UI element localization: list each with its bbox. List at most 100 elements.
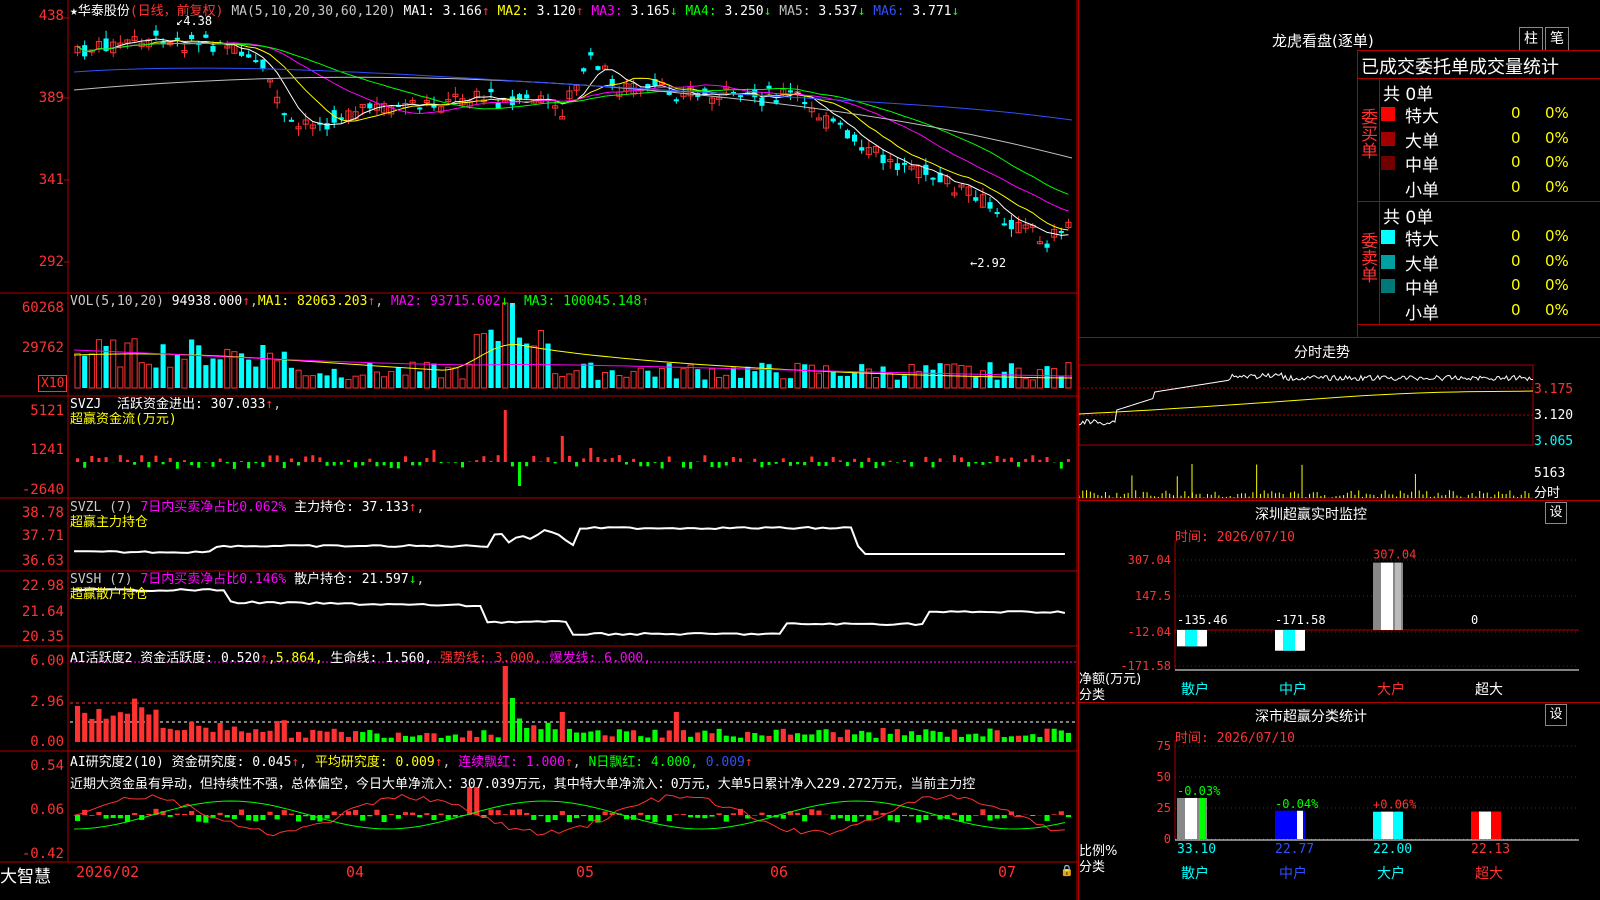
ai-bar: [146, 714, 152, 742]
svzj-bar: [1031, 455, 1035, 462]
sz-monitor-category: 超大: [1475, 682, 1503, 698]
svzj-bar: [289, 458, 293, 462]
svzj-bar: [140, 455, 144, 462]
ai-bar: [260, 731, 266, 742]
volume-bar: [480, 333, 487, 389]
lock-icon[interactable]: 🔒: [1060, 864, 1074, 877]
ai-bar: [459, 737, 466, 742]
intraday-price-line: [1079, 372, 1533, 426]
sz-class-category: 散户: [1181, 865, 1209, 882]
sz-monitor-settings-button[interactable]: 设: [1545, 502, 1567, 524]
ai-bar: [638, 736, 644, 742]
volume-bar: [1036, 369, 1043, 389]
stroke-mode-button[interactable]: 笔: [1545, 27, 1569, 51]
svzj-bar: [696, 461, 700, 462]
sz-class-change: -0.03%: [1177, 784, 1221, 798]
ai-bar: [552, 729, 558, 742]
star-icon: ★: [70, 4, 78, 19]
svzl-tick: 36.63: [21, 553, 64, 569]
ai2-bar: [1030, 815, 1036, 816]
sell-row: 小单 0 0%: [1381, 299, 1600, 324]
svzj-bar: [147, 462, 151, 468]
ai-bar: [574, 732, 580, 742]
svzj-bar: [1038, 459, 1042, 462]
svzj-bar: [995, 455, 999, 462]
volume-bar: [752, 371, 758, 388]
date-label: 06: [770, 863, 789, 881]
svzj-bar: [689, 462, 693, 469]
ai2-bar: [852, 815, 858, 822]
volume-bar: [138, 362, 145, 389]
ai-bar: [210, 731, 216, 742]
candle-body-down: [174, 37, 180, 40]
ai-tick: 6.00: [30, 653, 64, 669]
svzj-bar: [589, 448, 593, 462]
volume-bar: [652, 376, 658, 388]
svzj-bar: [1002, 458, 1006, 462]
ai2-bar: [174, 813, 180, 815]
ai-bar: [787, 734, 793, 742]
ma-value-2: MA2: 3.120↑: [497, 4, 584, 19]
sell-row: 大单 0 0%: [1381, 250, 1600, 275]
ai-bar: [424, 732, 430, 742]
sz-class-xlabel: 分类: [1079, 860, 1106, 875]
candle-body-down: [238, 51, 245, 56]
svzj-bar: [760, 462, 764, 468]
candle-body-down: [203, 34, 209, 38]
svzl-tick: 37.71: [21, 528, 64, 544]
vol-tick: 29762: [21, 340, 64, 356]
sz-class-bar: [1471, 811, 1501, 839]
low-marker: ←2.92: [970, 256, 1007, 270]
candle-body-down: [253, 60, 259, 63]
volume-bar: [573, 370, 580, 389]
volume-bar: [923, 365, 929, 388]
svzj-bar: [389, 462, 393, 468]
ai-bar: [1044, 728, 1050, 742]
price-tick: 341: [38, 172, 64, 188]
svzj-bar: [204, 462, 208, 463]
ai2-bar: [766, 815, 772, 817]
candle-body-down: [901, 162, 908, 165]
app-name: 大智慧: [0, 867, 51, 887]
svzj-bar: [418, 462, 422, 466]
ai-bar: [395, 732, 401, 742]
intraday-chart[interactable]: [1079, 362, 1600, 500]
ai-bar: [937, 732, 943, 742]
ai-bar: [246, 732, 252, 742]
volume-bar: [88, 353, 95, 389]
ai2-bar: [1058, 811, 1064, 815]
volume-bar: [417, 371, 423, 388]
buy-row: 大单 0 0%: [1381, 127, 1600, 152]
volume-bar: [103, 345, 109, 388]
ai2-bar: [794, 812, 801, 815]
ai-bar: [117, 712, 123, 742]
volume-bar: [409, 361, 416, 389]
sz-class-bar: [1373, 811, 1403, 839]
buy-row: 特大 0 0%: [1381, 102, 1600, 127]
volume-bar: [702, 379, 708, 388]
volume-bar: [423, 361, 430, 389]
svzj-bar: [254, 462, 258, 464]
volume-bar: [880, 366, 886, 388]
sz-monitor-bar: [1177, 630, 1207, 647]
svzj-bar: [232, 462, 236, 469]
ai-bar: [616, 729, 622, 742]
ma-value-5: MA5: 3.537↓: [779, 4, 866, 19]
ai-bar: [474, 737, 480, 742]
ai-bar: [495, 737, 501, 742]
svzj-bar: [717, 462, 721, 468]
svzj-bar: [168, 457, 172, 462]
candle-body-down: [987, 202, 993, 209]
ai2-bar: [859, 815, 865, 817]
ai-bar: [502, 666, 508, 742]
ai2-bar: [424, 813, 430, 815]
volume-bar: [117, 366, 124, 389]
svzj-bar: [375, 462, 379, 467]
ai2-bar: [75, 815, 81, 821]
bar-mode-button[interactable]: 柱: [1519, 27, 1543, 51]
ai2-bar: [566, 815, 572, 823]
volume-bar: [238, 353, 245, 388]
sz-class-settings-button[interactable]: 设: [1545, 704, 1567, 726]
vol-header: VOL(5,10,20) 94938.000↑,MA1: 82063.203↑,…: [70, 294, 650, 309]
ai2-bar: [866, 815, 872, 821]
